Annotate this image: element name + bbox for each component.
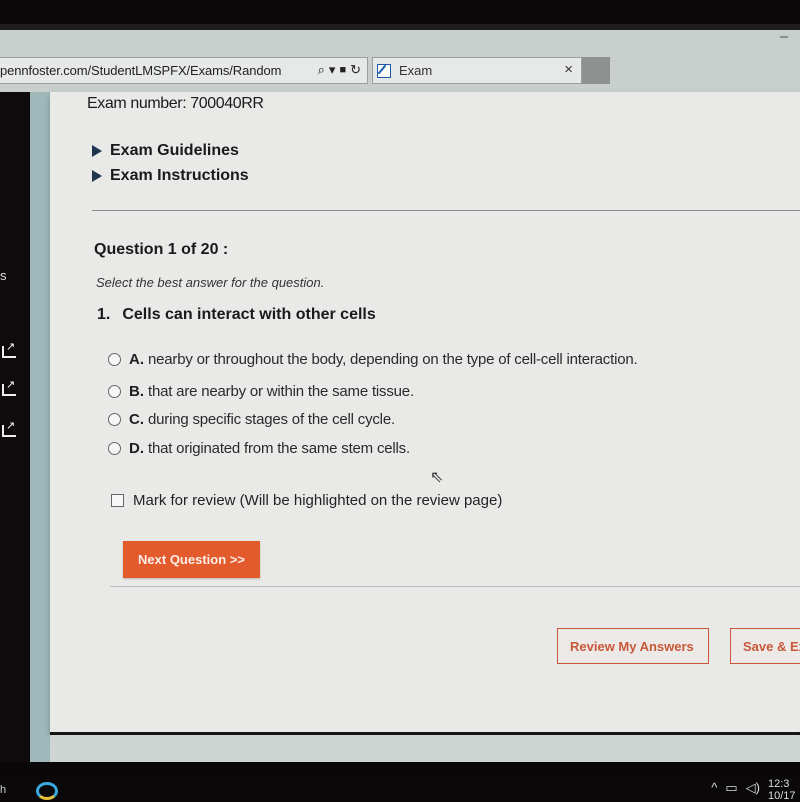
internet-explorer-icon[interactable] (36, 782, 58, 800)
review-my-answers-button[interactable]: Review My Answers (557, 628, 709, 664)
new-tab-button[interactable] (582, 57, 610, 84)
answer-option-c[interactable]: C. during specific stages of the cell cy… (108, 411, 395, 428)
external-link-icon[interactable] (2, 340, 16, 358)
mouse-cursor-icon: ⇖ (430, 469, 444, 486)
tab-exam[interactable]: Exam × (372, 57, 582, 84)
address-bar[interactable]: pennfoster.com/StudentLMSPFX/Exams/Rando… (0, 57, 368, 84)
clock-date: 10/17 (768, 790, 796, 802)
option-letter: A. (129, 351, 144, 368)
exam-favicon-icon (377, 63, 391, 78)
page-background (50, 735, 800, 762)
option-letter: D. (129, 440, 144, 457)
exam-page: Exam number: 700040RR Exam Guidelines Ex… (50, 92, 800, 732)
exam-guidelines-toggle[interactable]: Exam Guidelines (92, 142, 239, 160)
system-tray: ^ ▭ ◁) (711, 780, 760, 796)
mark-review-checkbox[interactable] (111, 494, 124, 507)
option-text: that are nearby or within the same tissu… (148, 383, 414, 400)
option-text: that originated from the same stem cells… (148, 440, 410, 457)
next-question-button[interactable]: Next Question >> (123, 541, 260, 578)
close-tab-icon[interactable]: × (564, 61, 573, 78)
taskbar: h ^ ▭ ◁) 12:3 10/17 (0, 778, 800, 802)
divider (92, 210, 800, 211)
exam-guidelines-label: Exam Guidelines (110, 142, 239, 159)
question-counter: Question 1 of 20 : (94, 241, 229, 258)
exam-number: Exam number: 700040RR (87, 95, 264, 112)
question-instruction: Select the best answer for the question. (96, 275, 325, 290)
divider (110, 586, 800, 587)
question-number: 1. (97, 306, 111, 323)
exam-instructions-toggle[interactable]: Exam Instructions (92, 167, 249, 185)
exam-instructions-label: Exam Instructions (110, 167, 249, 184)
question-stem: Cells can interact with other cells (122, 306, 376, 323)
option-letter: C. (129, 411, 144, 428)
radio-button[interactable] (108, 442, 121, 455)
volume-icon[interactable]: ◁) (746, 780, 760, 796)
option-text: during specific stages of the cell cycle… (148, 411, 395, 428)
answer-option-d[interactable]: D. that originated from the same stem ce… (108, 440, 410, 457)
expand-triangle-icon (92, 170, 102, 182)
answer-option-b[interactable]: B. that are nearby or within the same ti… (108, 383, 414, 400)
radio-button[interactable] (108, 413, 121, 426)
mark-for-review[interactable]: Mark for review (Will be highlighted on … (111, 492, 502, 509)
network-icon[interactable]: ▭ (725, 780, 737, 796)
dropdown-icon[interactable]: ▾ (329, 62, 336, 78)
url-text[interactable]: pennfoster.com/StudentLMSPFX/Exams/Rando… (0, 63, 281, 78)
minimize-icon[interactable] (780, 36, 788, 38)
refresh-icon[interactable]: ↻ (350, 62, 361, 78)
taskbar-fragment: h (0, 784, 7, 796)
mark-review-label: Mark for review (Will be highlighted on … (133, 492, 503, 509)
option-text: nearby or throughout the body, depending… (148, 351, 638, 368)
expand-triangle-icon (92, 145, 102, 157)
lock-icon[interactable]: ■ (339, 64, 346, 76)
sidebar-strip (30, 92, 50, 762)
address-bar-icons: ⌕ ▾ ■ ↻ (318, 62, 361, 78)
question-text: 1. Cells can interact with other cells (97, 306, 376, 324)
answer-option-a[interactable]: A. nearby or throughout the body, depend… (108, 351, 638, 368)
external-link-icon[interactable] (2, 419, 16, 437)
radio-button[interactable] (108, 385, 121, 398)
radio-button[interactable] (108, 353, 121, 366)
chevron-up-icon[interactable]: ^ (711, 780, 717, 796)
clock[interactable]: 12:3 10/17 (768, 778, 800, 802)
sidebar-text-fragment: s (0, 268, 7, 283)
tab-label: Exam (399, 63, 433, 78)
browser-chrome: pennfoster.com/StudentLMSPFX/Exams/Rando… (0, 30, 800, 92)
save-and-exit-button[interactable]: Save & Exit (730, 628, 800, 664)
option-letter: B. (129, 383, 144, 400)
clock-time: 12:3 (768, 778, 790, 790)
external-link-icon[interactable] (2, 378, 16, 396)
left-sidebar: s (0, 92, 30, 762)
search-icon[interactable]: ⌕ (318, 62, 325, 78)
